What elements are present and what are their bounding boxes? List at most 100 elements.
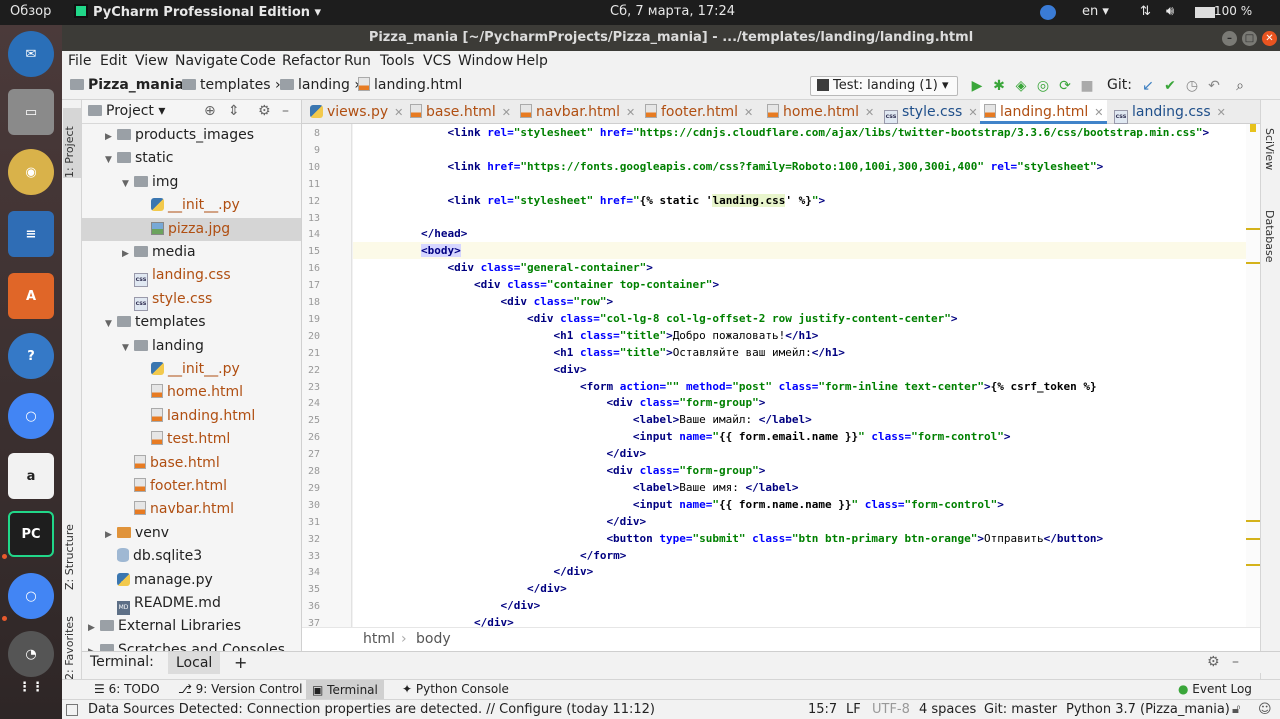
tree-item[interactable]: navbar.html [82,498,301,521]
tree-item[interactable]: footer.html [82,475,301,498]
files-icon[interactable]: ▭ [8,89,54,135]
code-line[interactable] [353,175,1260,192]
tree-item[interactable]: ▶ products_images [82,124,301,147]
python-interpreter[interactable]: Python 3.7 (Pizza_mania) [1066,702,1230,717]
help-icon[interactable]: ? [8,333,54,379]
warning-mark[interactable] [1246,228,1260,230]
editor-tab[interactable]: landing.html ✕ [980,100,1108,124]
search-everywhere-icon[interactable]: ⌕ [1232,78,1248,94]
terminal-settings-icon[interactable]: ⚙ [1207,654,1220,670]
git-history-icon[interactable]: ◷ [1184,78,1200,94]
menu-refactor[interactable]: Refactor [282,53,341,69]
chromium-2-icon[interactable]: ○ [8,573,54,619]
tree-item[interactable]: __init__.py [82,358,301,381]
breadcrumb-html[interactable]: html [363,631,395,647]
editor-tab[interactable]: css landing.css ✕ [1110,100,1230,124]
maximize-button[interactable]: □ [1242,31,1257,46]
tree-item[interactable]: pizza.jpg [82,217,301,241]
database-tool-tab[interactable]: Database [1263,210,1276,263]
run-configuration-select[interactable]: Test: landing (1) ▾ [810,76,958,96]
software-center-icon[interactable]: A [8,273,54,319]
locate-file-icon[interactable]: ⊕ [204,103,216,119]
close-tab-icon[interactable]: ✕ [1094,106,1103,119]
tree-item[interactable]: landing.html [82,405,301,428]
tree-item[interactable]: __init__.py [82,194,301,217]
expanded-arrow-icon[interactable]: ▼ [105,149,117,172]
code-line[interactable]: </form> [353,547,1260,564]
stop-icon[interactable]: ■ [1079,78,1095,94]
menu-vcs[interactable]: VCS [423,53,451,69]
thunderbird-icon[interactable]: ✉ [8,31,54,77]
clock[interactable]: Сб, 7 марта, 17:24 [610,4,735,19]
menu-code[interactable]: Code [240,53,276,69]
code-line[interactable]: <input name="{{ form.name.name }}" class… [353,496,1260,513]
tree-item[interactable]: ▼ static [82,147,301,172]
event-log-tab[interactable]: ● Event Log [1178,682,1252,696]
code-line[interactable]: <div class="col-lg-8 col-lg-offset-2 row… [353,310,1260,327]
tree-item[interactable]: css landing.css [82,264,301,288]
coverage-icon[interactable]: ◈ [1013,78,1029,94]
menu-view[interactable]: View [135,53,168,69]
tree-item[interactable]: db.sqlite3 [82,545,301,568]
code-line[interactable]: </div> [353,580,1260,597]
collapse-all-icon[interactable]: ⇕ [228,103,240,119]
analysis-status-icon[interactable] [1250,124,1256,132]
writer-icon[interactable]: ≡ [8,211,54,257]
concurrency-icon[interactable]: ⟳ [1057,78,1073,94]
file-encoding[interactable]: UTF-8 [872,702,910,717]
profile-icon[interactable]: ◎ [1035,78,1051,94]
code-line[interactable]: <div class="form-group"> [353,462,1260,479]
inspector-icon[interactable]: ☺ [1258,702,1272,717]
git-rollback-icon[interactable]: ↶ [1206,78,1222,94]
code-line[interactable]: <div class="container top-container"> [353,276,1260,293]
lock-icon[interactable]: 🔓︎ [1232,702,1240,717]
volume-icon[interactable]: 🔊︎ [1166,4,1174,19]
menu-help[interactable]: Help [516,53,548,69]
breadcrumb-body[interactable]: body [416,631,451,647]
code-line[interactable]: <div> [353,361,1260,378]
tree-item[interactable]: ▼ img [82,171,301,196]
settings-gear-icon[interactable]: ⚙ [258,103,271,119]
close-tab-icon[interactable]: ✕ [744,106,753,119]
git-branch[interactable]: Git: master [984,702,1057,717]
warning-mark[interactable] [1246,520,1260,522]
editor-tab[interactable]: views.py ✕ [306,100,407,124]
code-line[interactable]: <link href="https://fonts.googleapis.com… [353,158,1260,175]
code-line[interactable]: <link rel="stylesheet" href="{% static '… [353,192,1260,209]
indent-setting[interactable]: 4 spaces [919,702,976,717]
code-line[interactable]: </head> [353,225,1260,242]
debug-icon[interactable]: ✱ [991,78,1007,94]
code-line[interactable]: <div class="form-group"> [353,394,1260,411]
tree-item[interactable]: ▼ landing [82,335,301,360]
keyboard-layout[interactable]: en ▾ [1082,4,1109,19]
expanded-arrow-icon[interactable]: ▼ [122,337,134,360]
minimize-button[interactable]: – [1222,31,1237,46]
code-line[interactable]: </div> [353,614,1260,627]
new-terminal-button[interactable]: + [234,653,247,672]
menu-navigate[interactable]: Navigate [175,53,238,69]
close-tab-icon[interactable]: ✕ [394,106,403,119]
python-console-tab[interactable]: ✦ Python Console [402,682,509,696]
editor-tab[interactable]: base.html ✕ [406,100,515,124]
code-line[interactable]: <div class="general-container"> [353,259,1260,276]
code-line[interactable]: <input name="{{ form.email.name }}" clas… [353,428,1260,445]
menu-edit[interactable]: Edit [100,53,127,69]
expanded-arrow-icon[interactable]: ▼ [122,173,134,196]
terminal-tab[interactable]: ▣ Terminal [306,680,384,700]
editor-tab[interactable]: home.html ✕ [763,100,878,124]
favorites-tool-tab[interactable]: 2: Favorites [63,610,81,680]
tree-item[interactable]: MD README.md [82,592,301,615]
code-line[interactable] [353,141,1260,158]
code-line[interactable]: <div class="row"> [353,293,1260,310]
tree-item[interactable]: ▶ External Libraries [82,615,301,638]
crumb-file[interactable]: landing.html [358,77,462,93]
close-tab-icon[interactable]: ✕ [502,106,511,119]
code-line[interactable]: <form action="" method="post" class="for… [353,378,1260,395]
battery-icon[interactable] [1195,7,1215,18]
tree-item[interactable]: manage.py [82,569,301,592]
code-line[interactable]: <h1 class="title">Добро пожаловать!</h1> [353,327,1260,344]
menu-run[interactable]: Run [344,53,371,69]
code-line[interactable]: </div> [353,597,1260,614]
git-update-icon[interactable]: ↙ [1140,78,1156,94]
warning-mark[interactable] [1246,564,1260,566]
